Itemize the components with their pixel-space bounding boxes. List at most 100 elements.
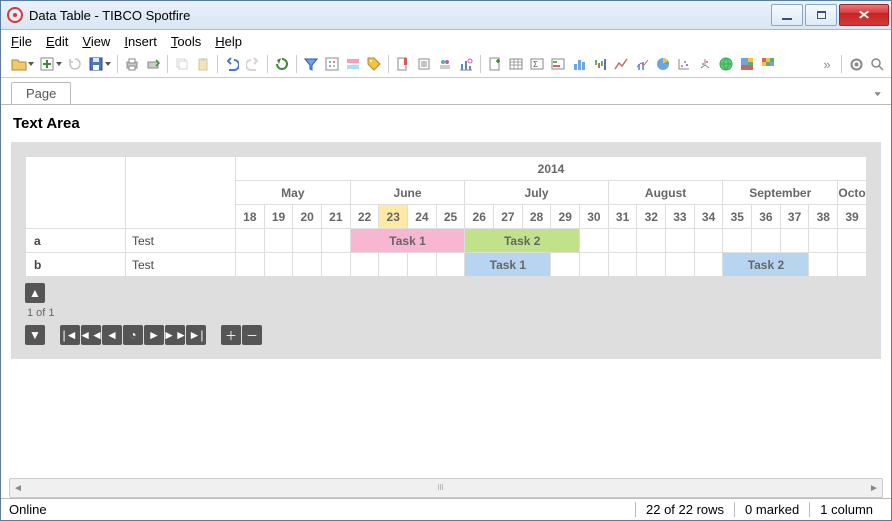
zoom-out-button[interactable]: － <box>242 325 262 345</box>
header-week: 26 <box>465 205 494 229</box>
nav-last-button[interactable]: ►| <box>186 325 206 345</box>
paste-icon[interactable] <box>194 55 212 73</box>
menu-view[interactable]: View <box>82 34 110 49</box>
waterfall-icon[interactable] <box>591 55 609 73</box>
maximize-button[interactable] <box>805 4 837 26</box>
header-year: 2014 <box>236 157 867 181</box>
piechart-icon[interactable] <box>654 55 672 73</box>
print-icon[interactable] <box>123 55 141 73</box>
cell <box>293 253 322 277</box>
status-bar: Online 22 of 22 rows 0 marked 1 column <box>1 498 891 520</box>
redo-icon[interactable] <box>244 55 262 73</box>
mapchart-icon[interactable] <box>717 55 735 73</box>
cell <box>580 229 609 253</box>
cell <box>322 253 351 277</box>
page-tab[interactable]: Page <box>11 82 71 104</box>
data-panel-icon[interactable] <box>323 55 341 73</box>
cell <box>379 253 408 277</box>
header-week: 24 <box>408 205 437 229</box>
header-week: 35 <box>723 205 752 229</box>
export-icon[interactable] <box>144 55 162 73</box>
cell <box>637 229 666 253</box>
cell <box>838 253 867 277</box>
menu-edit[interactable]: Edit <box>46 34 68 49</box>
gantt-row: bTestTask 1Task 2 <box>26 253 867 277</box>
task-bar[interactable]: Task 1 <box>465 253 551 277</box>
filter-icon[interactable] <box>302 55 320 73</box>
header-week: 37 <box>780 205 809 229</box>
gantt-container: 2014 MayJuneJulyAugustSeptemberOcto 1819… <box>11 142 881 359</box>
nav-prev-button[interactable]: ◄ <box>102 325 122 345</box>
cell <box>838 229 867 253</box>
cell <box>694 253 723 277</box>
barchart-icon[interactable] <box>570 55 588 73</box>
nav-prev-fast-button[interactable]: ◄◄ <box>81 325 101 345</box>
treemap-icon[interactable] <box>738 55 756 73</box>
graphical-table-icon[interactable] <box>549 55 567 73</box>
scroll-up-button[interactable]: ▲ <box>25 283 45 303</box>
header-month: Octo <box>838 181 867 205</box>
settings-icon[interactable] <box>847 55 865 73</box>
nav-today-button[interactable]: ◔ <box>123 325 143 345</box>
cell <box>408 253 437 277</box>
header-week: 33 <box>666 205 695 229</box>
scatter3d-icon[interactable] <box>696 55 714 73</box>
cell <box>293 229 322 253</box>
minimize-button[interactable] <box>771 4 803 26</box>
lists-icon[interactable] <box>415 55 433 73</box>
header-month: July <box>465 181 608 205</box>
menu-help[interactable]: Help <box>215 34 242 49</box>
page-tab-bar: Page ▼ <box>1 78 891 104</box>
run-icon[interactable] <box>273 55 291 73</box>
find-icon[interactable] <box>868 55 886 73</box>
nav-next-button[interactable]: ► <box>144 325 164 345</box>
scroll-down-button[interactable]: ▼ <box>25 325 45 345</box>
header-corner2 <box>126 157 236 229</box>
cell <box>551 253 580 277</box>
cell <box>264 229 293 253</box>
copy-icon[interactable] <box>173 55 191 73</box>
open-icon[interactable] <box>10 55 28 73</box>
tag-icon[interactable] <box>365 55 383 73</box>
bookmark-icon[interactable] <box>394 55 412 73</box>
details-icon[interactable] <box>344 55 362 73</box>
header-week: 19 <box>264 205 293 229</box>
status-columns: 1 column <box>809 502 883 517</box>
header-week: 18 <box>236 205 265 229</box>
save-icon[interactable] <box>87 55 105 73</box>
zoom-in-button[interactable]: ＋ <box>221 325 241 345</box>
cell <box>637 253 666 277</box>
menu-file[interactable]: File <box>11 34 32 49</box>
crosstab-icon[interactable]: Σ <box>528 55 546 73</box>
nav-next-fast-button[interactable]: ►► <box>165 325 185 345</box>
gantt-row: aTestTask 1Task 2 <box>26 229 867 253</box>
menu-insert[interactable]: Insert <box>124 34 157 49</box>
undo-icon[interactable] <box>223 55 241 73</box>
collab-icon[interactable] <box>436 55 454 73</box>
header-week: 20 <box>293 205 322 229</box>
more-icon[interactable]: » <box>818 55 836 73</box>
header-week: 31 <box>608 205 637 229</box>
task-bar[interactable]: Task 1 <box>350 229 465 253</box>
task-bar[interactable]: Task 2 <box>723 253 809 277</box>
task-bar[interactable]: Task 2 <box>465 229 580 253</box>
header-week: 38 <box>809 205 838 229</box>
linechart-icon[interactable] <box>612 55 630 73</box>
horizontal-scrollbar[interactable]: ◄ ► <box>9 478 883 498</box>
scroll-left-icon[interactable]: ◄ <box>10 480 26 496</box>
combochart-icon[interactable] <box>633 55 651 73</box>
table-vis-icon[interactable] <box>507 55 525 73</box>
row-id: b <box>26 253 126 277</box>
close-button[interactable]: ✕ <box>839 4 889 26</box>
scatter-icon[interactable] <box>675 55 693 73</box>
refresh-icon[interactable] <box>66 55 84 73</box>
add-data-icon[interactable] <box>38 55 56 73</box>
add-page-icon[interactable] <box>486 55 504 73</box>
row-label: Test <box>126 229 236 253</box>
heatmap-icon[interactable] <box>759 55 777 73</box>
nav-first-button[interactable]: |◄ <box>60 325 80 345</box>
scroll-right-icon[interactable]: ► <box>866 480 882 496</box>
page-options-icon[interactable]: ▼ <box>872 90 883 97</box>
menu-tools[interactable]: Tools <box>171 34 201 49</box>
column-chart-icon[interactable] <box>457 55 475 73</box>
